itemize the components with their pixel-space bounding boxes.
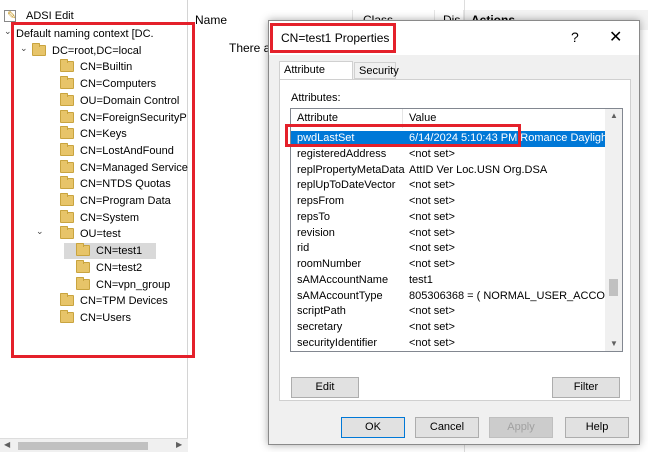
attribute-name: repsTo <box>297 210 331 223</box>
attribute-row[interactable]: roomNumber <not set> <box>291 257 607 273</box>
attribute-row[interactable]: registeredAddress <not set> <box>291 147 607 163</box>
attribute-value: <not set> <box>409 147 455 160</box>
attribute-value: <not set> <box>409 242 455 255</box>
close-icon[interactable]: ✕ <box>609 27 622 47</box>
attribute-name: sAMAccountType <box>297 289 383 302</box>
attribute-row[interactable]: secretary <not set> <box>291 320 607 336</box>
attribute-name: scriptPath <box>297 305 346 318</box>
attributes-label: Attributes: <box>291 92 341 104</box>
attribute-value: <not set> <box>409 305 455 318</box>
attribute-name: revision <box>297 226 335 239</box>
tab-attribute-editor[interactable]: Attribute Editor <box>279 61 353 92</box>
scroll-down-icon[interactable]: ▼ <box>610 339 618 348</box>
attribute-name: registeredAddress <box>297 147 387 160</box>
attribute-row[interactable]: repsTo <not set> <box>291 210 607 226</box>
scroll-left-icon[interactable]: ◀ <box>4 440 10 449</box>
help-icon[interactable]: ? <box>571 29 579 45</box>
attribute-name: secretary <box>297 321 343 333</box>
attribute-row[interactable]: replUpToDateVector <not set> <box>291 178 607 194</box>
scroll-thumb[interactable] <box>609 279 618 296</box>
attribute-value: <not set> <box>409 226 455 239</box>
attribute-row[interactable]: replPropertyMetaData AttID Ver Loc.USN Or… <box>291 163 607 179</box>
attribute-row[interactable]: sAMAccountName test1 <box>291 273 607 289</box>
attribute-value: <not set> <box>409 321 455 333</box>
attribute-row[interactable]: scriptPath <not set> <box>291 304 607 320</box>
attribute-value: AttID Ver Loc.USN Org.DSA <box>409 163 548 176</box>
filter-button[interactable]: Filter <box>552 377 620 398</box>
attribute-row[interactable]: revision <not set> <box>291 226 607 242</box>
attribute-row[interactable]: sAMAccountType 805306368 = ( NORMAL_USER_… <box>291 289 607 305</box>
scroll-thumb[interactable] <box>18 442 148 450</box>
attribute-name: roomNumber <box>297 258 362 270</box>
attribute-name: replPropertyMetaData <box>297 163 405 176</box>
help-button[interactable]: Help <box>565 417 629 438</box>
adsi-edit-icon: ✎ <box>4 10 16 22</box>
scroll-up-icon[interactable]: ▲ <box>610 111 618 120</box>
scroll-right-icon[interactable]: ▶ <box>176 440 182 449</box>
attribute-name: rid <box>297 242 310 255</box>
attribute-value: 805306368 = ( NORMAL_USER_ACCOUNT ) <box>409 289 607 302</box>
attribute-name: replUpToDateVector <box>297 179 396 192</box>
attribute-value: <not set> <box>409 179 455 192</box>
attribute-list-scrollbar[interactable]: ▲ ▼ <box>605 109 622 351</box>
highlight-tree <box>11 22 195 358</box>
attribute-value: <not set> <box>409 258 455 270</box>
attribute-name: securityIdentifier <box>297 336 378 349</box>
cancel-button[interactable]: Cancel <box>415 417 479 438</box>
properties-dialog: CN=test1 Properties ? ✕ Attribute Editor… <box>268 20 640 445</box>
apply-button: Apply <box>489 417 553 438</box>
tree-hscrollbar[interactable]: ◀ ▶ <box>0 438 188 452</box>
attribute-name: repsFrom <box>297 195 345 207</box>
attribute-row[interactable]: rid <not set> <box>291 241 607 257</box>
attribute-row[interactable]: repsFrom <not set> <box>291 194 607 210</box>
attribute-value: <not set> <box>409 336 455 349</box>
tab-security[interactable]: Security <box>354 62 399 79</box>
attribute-name: sAMAccountName <box>297 273 389 286</box>
attribute-value: <not set> <box>409 195 455 207</box>
attribute-value: <not set> <box>409 210 455 223</box>
ok-button[interactable]: OK <box>341 417 405 438</box>
attribute-row[interactable]: securityIdentifier <not set> <box>291 336 607 351</box>
attribute-value: test1 <box>409 273 433 286</box>
highlight-dialog-title <box>270 23 396 53</box>
edit-button[interactable]: Edit <box>291 377 359 398</box>
highlight-pwdlastset <box>285 124 521 147</box>
